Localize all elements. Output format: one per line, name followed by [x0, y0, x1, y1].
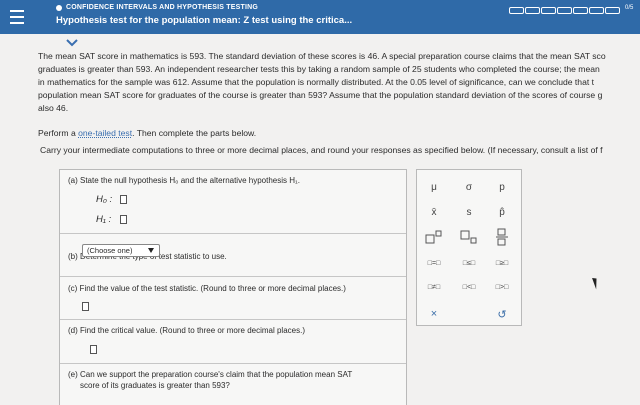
- critical-value-input[interactable]: [90, 345, 97, 354]
- problem-line-1: The mean SAT score in mathematics is 593…: [38, 51, 606, 61]
- equals-button[interactable]: □=□: [422, 260, 446, 267]
- greater-equal-button[interactable]: □≥□: [490, 260, 514, 267]
- instruction-text: Perform a: [38, 128, 79, 138]
- superscript-icon: [425, 230, 442, 244]
- less-equal-button[interactable]: □≤□: [457, 260, 481, 267]
- h1-input[interactable]: [120, 215, 127, 224]
- top-header: CONFIDENCE INTERVALS AND HYPOTHESIS TEST…: [0, 0, 640, 34]
- part-c: (c) Find the value of the test statistic…: [60, 276, 406, 320]
- part-c-label: (c) Find the value of the test statistic…: [68, 284, 346, 293]
- p-hat-button[interactable]: p̂: [490, 207, 514, 218]
- p-button[interactable]: p: [490, 182, 514, 193]
- part-e: (e) Can we support the preparation cours…: [60, 364, 406, 405]
- part-a: (a) State the null hypothesis H₀ and the…: [60, 170, 406, 234]
- sigma-button[interactable]: σ: [457, 182, 481, 193]
- clear-icon[interactable]: ×: [422, 308, 446, 320]
- mouse-cursor-icon: [592, 276, 600, 290]
- subscript-icon: [460, 230, 477, 244]
- page-title: Hypothesis test for the population mean:…: [56, 15, 353, 26]
- breadcrumb: CONFIDENCE INTERVALS AND HYPOTHESIS TEST…: [56, 4, 258, 11]
- one-tailed-test-link[interactable]: one-tailed test: [78, 128, 132, 138]
- h0-label: H₀ :: [96, 194, 113, 205]
- select-value: (Choose one): [87, 246, 133, 255]
- breadcrumb-text: CONFIDENCE INTERVALS AND HYPOTHESIS TEST…: [66, 4, 259, 11]
- symbol-palette: μ σ p x̄ s p̂ □=□ □≤□ □≥□ □≠□ □<□ □>□ × …: [416, 169, 522, 326]
- problem-line-3: in mathematics for the sample was 612. A…: [38, 77, 595, 87]
- mu-button[interactable]: μ: [422, 182, 446, 193]
- progress-segment: [541, 7, 556, 14]
- part-a-label: (a) State the null hypothesis H₀ and the…: [68, 176, 300, 185]
- fraction-button[interactable]: [490, 228, 514, 249]
- part-d: (d) Find the critical value. (Round to t…: [60, 320, 406, 364]
- not-equal-button[interactable]: □≠□: [422, 284, 446, 291]
- problem-line-5: also 46.: [38, 103, 69, 113]
- progress-segment: [525, 7, 540, 14]
- test-statistic-select[interactable]: (Choose one): [82, 244, 160, 257]
- caret-down-icon: [148, 248, 154, 253]
- progress-label: 0/5: [625, 5, 634, 11]
- part-d-label: (d) Find the critical value. (Round to t…: [68, 326, 305, 335]
- problem-line-4: population mean SAT score for graduates …: [38, 90, 603, 100]
- problem-line-2: graduates is greater than 593. An indepe…: [38, 64, 600, 74]
- progress-segment: [589, 7, 604, 14]
- h1-label: H₁ :: [96, 214, 112, 225]
- rounding-instruction: Carry your intermediate computations to …: [40, 145, 603, 155]
- progress-segment: [509, 7, 524, 14]
- subscript-button[interactable]: [457, 230, 481, 247]
- progress-segment: [573, 7, 588, 14]
- instruction-tail: Perform a one-tailed test. Then complete…: [38, 127, 638, 140]
- x-bar-button[interactable]: x̄: [422, 207, 446, 218]
- part-e-label-1: (e) Can we support the preparation cours…: [68, 370, 353, 379]
- less-than-button[interactable]: □<□: [457, 284, 481, 291]
- chevron-down-icon[interactable]: [66, 38, 78, 48]
- circle-icon: [56, 4, 62, 11]
- progress-segment: [605, 7, 620, 14]
- part-e-label-2: score of its graduates is greater than 5…: [80, 381, 230, 390]
- greater-than-button[interactable]: □>□: [490, 284, 514, 291]
- undo-icon[interactable]: ↺: [490, 308, 514, 321]
- parts-panel: (a) State the null hypothesis H₀ and the…: [59, 169, 407, 405]
- h0-input[interactable]: [120, 195, 127, 204]
- menu-icon[interactable]: [10, 10, 24, 24]
- s-button[interactable]: s: [457, 207, 481, 218]
- superscript-button[interactable]: [422, 230, 446, 247]
- fraction-icon: [496, 228, 508, 246]
- test-statistic-input[interactable]: [82, 302, 89, 311]
- progress-segment: [557, 7, 572, 14]
- instruction-text: . Then complete the parts below.: [132, 128, 257, 138]
- progress-bar: [509, 7, 620, 14]
